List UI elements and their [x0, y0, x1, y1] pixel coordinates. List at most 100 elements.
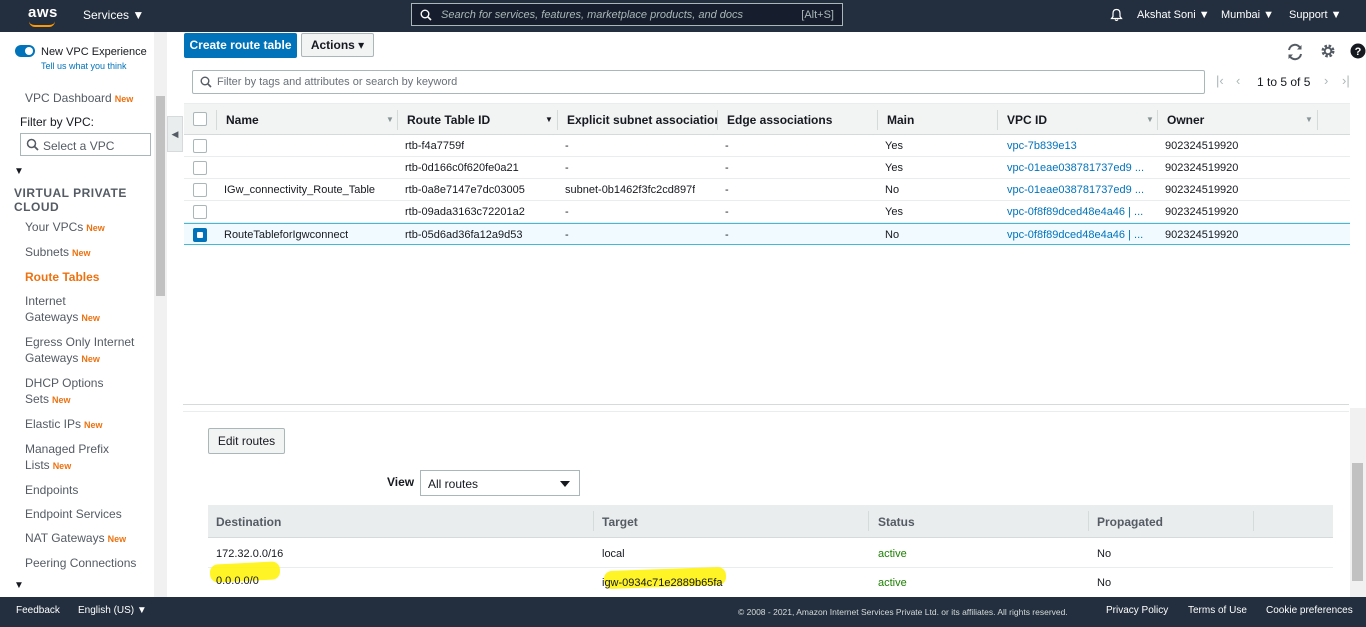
sidebar-item-route-tables[interactable]: Route Tables	[25, 269, 150, 285]
cell-vpc-id-link[interactable]: vpc-01eae038781737ed9 ...	[1007, 184, 1152, 196]
feedback-link[interactable]: Feedback	[16, 605, 60, 616]
copyright-text: © 2008 - 2021, Amazon Internet Services …	[738, 607, 1068, 617]
create-route-table-button[interactable]: Create route table	[184, 33, 297, 58]
cell-edge-associations: -	[725, 140, 729, 152]
last-page-icon[interactable]: ›|	[1342, 73, 1350, 88]
sidebar-item-endpoints[interactable]: Endpoints	[25, 482, 150, 498]
cell-route-table-id: rtb-05d6ad36fa12a9d53	[405, 229, 523, 241]
new-vpc-experience-label: New VPC Experience	[41, 46, 147, 58]
column-header-route-table-id[interactable]: Route Table ID	[407, 113, 537, 127]
cell-main: No	[885, 184, 900, 196]
sidebar-item-managed-prefix-lists[interactable]: Managed Prefix Lists New	[25, 441, 120, 474]
select-all-checkbox[interactable]	[193, 112, 207, 126]
column-header-status[interactable]: Status	[878, 515, 915, 529]
cell-target: igw-0934c71e2889b65fa	[602, 577, 723, 589]
sidebar-item-subnets[interactable]: Subnets New	[25, 244, 150, 261]
sidebar-item-elastic-ips[interactable]: Elastic IPs New	[25, 416, 150, 433]
terms-of-use-link[interactable]: Terms of Use	[1188, 605, 1247, 616]
column-header-owner[interactable]: Owner	[1167, 113, 1297, 127]
help-icon[interactable]: ?	[1350, 43, 1366, 59]
column-header-edge-associations[interactable]: Edge associations	[727, 113, 877, 127]
prev-page-icon[interactable]: ‹	[1236, 73, 1240, 88]
language-selector[interactable]: English (US) ▼	[78, 605, 147, 616]
filter-input[interactable]: Filter by tags and attributes or search …	[192, 70, 1205, 94]
aws-logo[interactable]: aws	[28, 4, 58, 27]
feedback-link[interactable]: Tell us what you think	[41, 61, 127, 71]
details-scrollbar-thumb[interactable]	[1352, 463, 1363, 581]
main-content: Create route table Actions ▾ ? Filter by…	[183, 32, 1366, 597]
sort-icon[interactable]: ▼	[1305, 115, 1313, 124]
table-row[interactable]: rtb-0d166c0f620fe0a21 - - Yes vpc-01eae0…	[184, 157, 1350, 179]
table-row-selected[interactable]: RouteTableforIgwconnect rtb-05d6ad36fa12…	[184, 223, 1350, 245]
column-header-vpc-id[interactable]: VPC ID	[1007, 113, 1137, 127]
sidebar-item-endpoint-services[interactable]: Endpoint Services	[25, 506, 150, 522]
sidebar-scrollbar[interactable]	[154, 32, 167, 597]
cell-vpc-id-link[interactable]: vpc-0f8f89dced48e4a46 | ...	[1007, 229, 1152, 241]
details-scrollbar[interactable]	[1350, 408, 1366, 597]
sidebar-item-dhcp-options-sets[interactable]: DHCP Options Sets New	[25, 375, 115, 408]
cell-main: Yes	[885, 140, 903, 152]
edit-routes-button[interactable]: Edit routes	[208, 428, 285, 454]
aws-smile-icon	[29, 21, 55, 27]
region-menu[interactable]: Mumbai ▼	[1221, 9, 1274, 21]
view-select[interactable]: All routes	[420, 470, 580, 496]
table-row[interactable]: rtb-f4a7759f - - Yes vpc-7b839e13 902324…	[184, 135, 1350, 157]
refresh-icon[interactable]	[1286, 43, 1304, 61]
sort-icon[interactable]: ▼	[386, 115, 394, 124]
sort-icon[interactable]: ▼	[545, 115, 553, 124]
sidebar-item-your-vpcs[interactable]: Your VPCs New	[25, 219, 150, 236]
search-icon	[420, 9, 432, 21]
expand-section-icon[interactable]: ▼	[14, 580, 24, 591]
actions-dropdown-button[interactable]: Actions ▾	[301, 33, 374, 57]
sidebar-item-egress-only-internet-gateways[interactable]: Egress Only Internet Gateways New	[25, 334, 150, 367]
collapse-sidebar-button[interactable]: ◀	[167, 116, 183, 152]
cell-vpc-id-link[interactable]: vpc-0f8f89dced48e4a46 | ...	[1007, 206, 1152, 218]
user-menu[interactable]: Akshat Soni ▼	[1137, 9, 1210, 21]
row-checkbox[interactable]	[193, 161, 207, 175]
column-header-main[interactable]: Main	[887, 113, 987, 127]
bell-icon[interactable]	[1110, 8, 1123, 22]
column-header-explicit-subnet-association[interactable]: Explicit subnet associatior	[567, 113, 717, 127]
column-divider	[397, 110, 398, 130]
sidebar-item-label: Internet Gateways	[25, 294, 79, 324]
vpc-filter-select[interactable]: Select a VPC	[20, 133, 151, 156]
new-badge: New	[114, 94, 134, 104]
sort-icon[interactable]: ▼	[1146, 115, 1154, 124]
collapse-section-icon[interactable]: ▼	[14, 166, 24, 177]
global-search-input[interactable]: Search for services, features, marketpla…	[411, 3, 843, 26]
gear-icon[interactable]	[1320, 43, 1336, 59]
view-select-value: All routes	[428, 477, 479, 491]
sidebar-item-internet-gateways[interactable]: Internet Gateways New	[25, 293, 110, 326]
column-header-target[interactable]: Target	[602, 515, 638, 529]
sidebar-item-peering-connections[interactable]: Peering Connections	[25, 555, 150, 571]
row-checkbox[interactable]	[193, 139, 207, 153]
sidebar: New VPC Experience Tell us what you thin…	[0, 32, 167, 597]
table-row[interactable]: rtb-09ada3163c72201a2 - - Yes vpc-0f8f89…	[184, 201, 1350, 223]
cell-vpc-id-link[interactable]: vpc-7b839e13	[1007, 140, 1152, 152]
pane-splitter[interactable]	[183, 404, 1349, 412]
cell-name: IGw_connectivity_Route_Table	[224, 184, 376, 196]
row-checkbox[interactable]	[193, 183, 207, 197]
row-checkbox[interactable]	[193, 205, 207, 219]
cookie-preferences-link[interactable]: Cookie preferences	[1266, 605, 1353, 616]
table-row[interactable]: IGw_connectivity_Route_Table rtb-0a8e714…	[184, 179, 1350, 201]
sidebar-item-nat-gateways[interactable]: NAT Gateways New	[25, 530, 150, 547]
sidebar-item-label: Endpoints	[25, 483, 79, 497]
sidebar-scrollbar-thumb[interactable]	[156, 96, 165, 296]
row-checkbox-checked[interactable]	[193, 228, 207, 242]
sidebar-item-label: Route Tables	[25, 270, 100, 284]
cell-vpc-id-link[interactable]: vpc-01eae038781737ed9 ...	[1007, 162, 1152, 174]
column-header-destination[interactable]: Destination	[216, 515, 281, 529]
cell-main: Yes	[885, 206, 903, 218]
privacy-policy-link[interactable]: Privacy Policy	[1106, 605, 1168, 616]
new-badge: New	[52, 395, 71, 405]
column-header-propagated[interactable]: Propagated	[1097, 515, 1163, 529]
first-page-icon[interactable]: |‹	[1216, 73, 1224, 88]
footer: Feedback English (US) ▼ © 2008 - 2021, A…	[0, 597, 1366, 627]
services-menu[interactable]: Services ▼	[83, 8, 144, 22]
next-page-icon[interactable]: ›	[1324, 73, 1328, 88]
support-menu[interactable]: Support ▼	[1289, 9, 1341, 21]
sidebar-item-vpc-dashboard[interactable]: VPC Dashboard New	[25, 90, 150, 107]
column-header-name[interactable]: Name	[226, 113, 376, 127]
new-vpc-experience-toggle[interactable]	[15, 45, 35, 57]
